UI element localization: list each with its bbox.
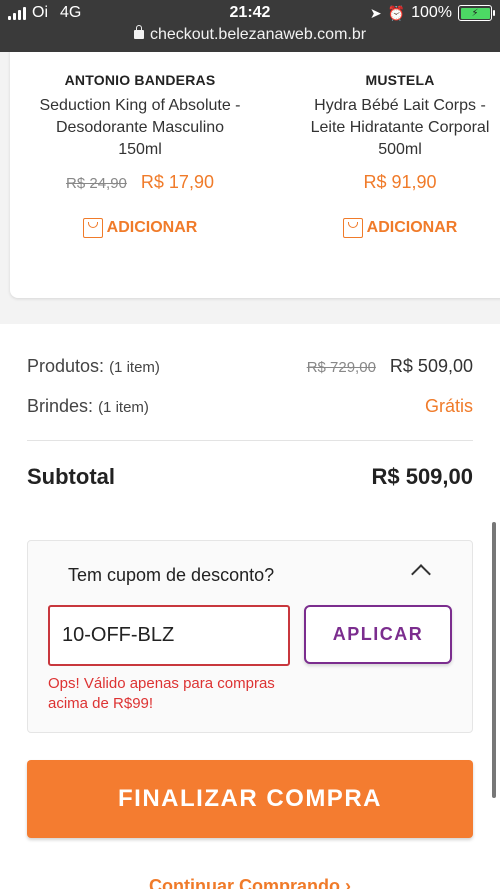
coupon-title[interactable]: Tem cupom de desconto? bbox=[68, 565, 274, 586]
add-to-cart-button[interactable]: ADICIONAR bbox=[10, 218, 270, 238]
shopping-bag-icon bbox=[82, 218, 103, 238]
finalize-purchase-button[interactable]: FINALIZAR COMPRA bbox=[27, 760, 473, 838]
subtotal-value: R$ 509,00 bbox=[371, 464, 473, 489]
product-price: R$ 17,90 bbox=[140, 172, 214, 192]
product-name: Hydra Bébé Lait Corps - Leite Hidratante… bbox=[310, 97, 490, 158]
product-brand: ANTONIO BANDERAS bbox=[64, 72, 216, 88]
divider bbox=[27, 440, 473, 441]
shopping-bag-icon bbox=[342, 218, 363, 238]
product-name: Seduction King of Absolute - Desodorante… bbox=[39, 97, 241, 158]
subtotal-row: Subtotal R$ 509,00 bbox=[27, 464, 473, 490]
products-total: R$ 509,00 bbox=[389, 356, 473, 376]
add-to-cart-button[interactable]: ADICIONAR bbox=[270, 218, 500, 238]
battery-label: 100% bbox=[411, 4, 452, 21]
coupon-panel: Tem cupom de desconto? APLICAR Ops! Váli… bbox=[27, 540, 473, 733]
lock-icon bbox=[133, 25, 144, 39]
products-old-total: R$ 729,00 bbox=[306, 359, 376, 376]
product-carousel[interactable]: ANTONIO BANDERAS Seduction King of Absol… bbox=[0, 52, 500, 324]
product-price: R$ 91,90 bbox=[363, 172, 437, 192]
gifts-count: (1 item) bbox=[98, 399, 149, 416]
product-old-price: R$ 24,90 bbox=[66, 175, 127, 192]
subtotal-label: Subtotal bbox=[27, 464, 115, 489]
status-bar: Oi 4G 21:42 ➤ ⏰ 100% ⚡ checkout.belezana… bbox=[0, 0, 500, 52]
gifts-label: Brindes: bbox=[27, 396, 94, 416]
product-brand: MUSTELA bbox=[365, 72, 435, 88]
apply-coupon-button[interactable]: APLICAR bbox=[304, 605, 452, 664]
location-icon: ➤ bbox=[369, 4, 382, 21]
products-row: Produtos: (1 item) R$ 729,00 R$ 509,00 bbox=[27, 356, 473, 377]
battery-icon: ⚡ bbox=[458, 5, 495, 21]
add-label: ADICIONAR bbox=[366, 219, 458, 236]
alarm-icon: ⏰ bbox=[387, 4, 406, 21]
continue-shopping-link[interactable]: Continuar Comprando › bbox=[0, 876, 500, 889]
gifts-value: Grátis bbox=[424, 396, 473, 416]
address-bar[interactable]: checkout.belezanaweb.com.br bbox=[0, 25, 500, 44]
chevron-up-icon[interactable] bbox=[411, 564, 431, 584]
add-label: ADICIONAR bbox=[106, 219, 198, 236]
coupon-error: Ops! Válido apenas para compras acima de… bbox=[48, 675, 275, 712]
scrollbar[interactable] bbox=[492, 522, 496, 798]
coupon-input[interactable] bbox=[48, 605, 290, 666]
products-count: (1 item) bbox=[109, 359, 160, 376]
gifts-row: Brindes: (1 item) Grátis bbox=[27, 396, 473, 417]
url-text: checkout.belezanaweb.com.br bbox=[149, 26, 367, 43]
carousel-card: ANTONIO BANDERAS Seduction King of Absol… bbox=[10, 52, 500, 298]
products-label: Produtos: bbox=[27, 356, 105, 376]
